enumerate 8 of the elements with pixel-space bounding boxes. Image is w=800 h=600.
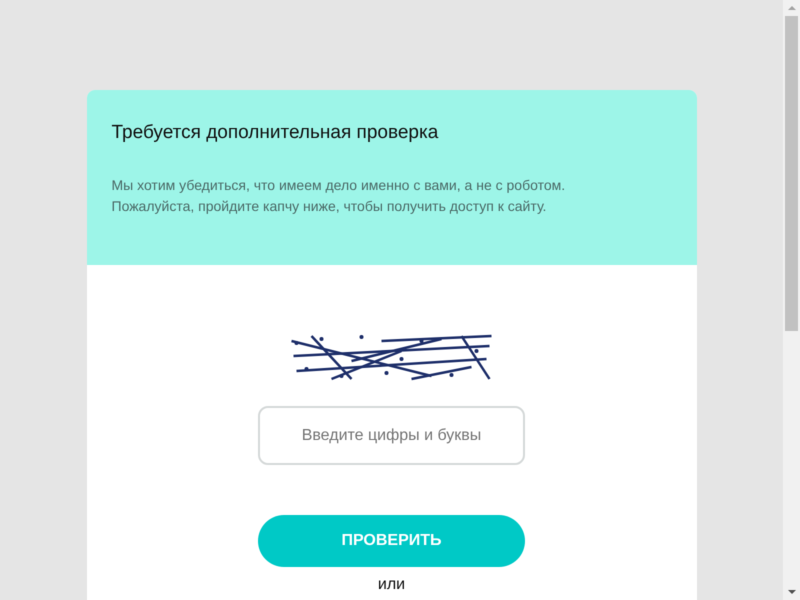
- separator-text: или: [378, 576, 406, 594]
- scroll-down-icon[interactable]: [788, 590, 796, 594]
- answer-field[interactable]: Введите цифры и буквы: [258, 406, 525, 465]
- check-button[interactable]: ПРОВЕРИТЬ: [258, 515, 525, 567]
- scroll-up-icon[interactable]: [788, 6, 796, 10]
- description-text: Мы хотим убедиться, что имеем дело именно с вами, а не с роботом. Пожалуйста, пройдите капчу ниже, чтобы получить доступ к сайту.: [112, 176, 566, 216]
- scrollbar-thumb[interactable]: [785, 16, 798, 331]
- page-title: Требуется дополнительная проверка: [112, 121, 440, 145]
